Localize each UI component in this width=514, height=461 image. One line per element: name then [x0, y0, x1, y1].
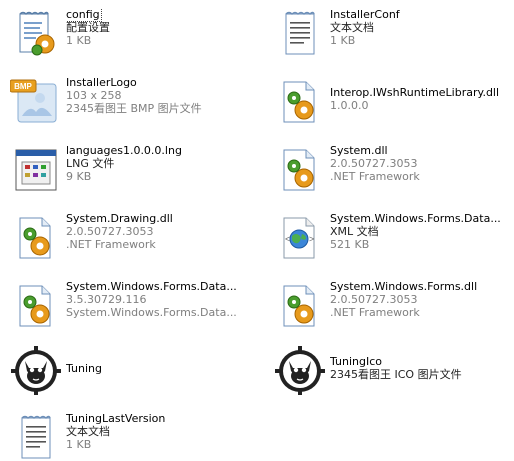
svg-text:BMP: BMP	[14, 82, 32, 91]
dll-gear-icon	[10, 212, 62, 264]
file-item-tuningico[interactable]: TuningIco 2345看图王 ICO 图片文件	[274, 344, 510, 406]
file-item-forms-data-xml[interactable]: < > System.Windows.Forms.Data... XML 文档 …	[274, 212, 510, 274]
file-size: 1 KB	[66, 438, 92, 451]
config-settings-icon	[10, 8, 62, 60]
file-description: .NET Framework	[66, 238, 156, 251]
file-name: InstallerConf	[330, 8, 400, 21]
file-item-languages-lng[interactable]: languages1.0.0.0.lng LNG 文件 9 KB	[10, 144, 260, 206]
dll-gear-icon	[274, 280, 326, 332]
file-version: 1.0.0.0	[330, 99, 369, 112]
svg-text:>: >	[309, 234, 314, 244]
image-dimensions: 103 x 258	[66, 89, 122, 102]
dll-gear-icon	[10, 280, 62, 332]
file-name: System.Windows.Forms.Data...	[66, 280, 237, 293]
file-version: 2.0.50727.3053	[330, 293, 418, 306]
file-item-config[interactable]: config 配置设置 1 KB	[10, 8, 260, 70]
file-item-installerlogo[interactable]: BMP InstallerLogo 103 x 258 2345看图王 BMP …	[10, 76, 260, 138]
file-name: TuningIco	[330, 355, 383, 368]
file-name: System.dll	[330, 144, 388, 157]
file-name: System.Drawing.dll	[66, 212, 173, 225]
file-type: 2345看图王 BMP 图片文件	[66, 102, 202, 115]
file-name: System.Windows.Forms.Data...	[330, 212, 501, 225]
file-item-system-dll[interactable]: System.dll 2.0.50727.3053 .NET Framework	[274, 144, 510, 206]
file-name: config	[66, 8, 102, 22]
file-type: 文本文档	[66, 425, 110, 438]
file-version: 2.0.50727.3053	[66, 225, 154, 238]
file-name: languages1.0.0.0.lng	[66, 144, 182, 157]
file-size: 1 KB	[66, 34, 92, 47]
file-name: Interop.IWshRuntimeLibrary.dll	[330, 86, 500, 99]
file-description: .NET Framework	[330, 170, 420, 183]
file-name: TuningLastVersion	[66, 412, 166, 425]
file-name: InstallerLogo	[66, 76, 137, 89]
file-version: 3.5.30729.116	[66, 293, 147, 306]
text-document-icon	[274, 8, 326, 60]
file-version: 2.0.50727.3053	[330, 157, 418, 170]
svg-text:<: <	[285, 234, 290, 244]
file-type: LNG 文件	[66, 157, 115, 170]
file-list-view[interactable]: config 配置设置 1 KB InstallerConf 文本文档 1 KB	[0, 0, 514, 461]
file-name: Tuning	[66, 362, 103, 375]
dll-gear-icon	[274, 144, 326, 196]
lng-window-icon	[10, 144, 62, 196]
file-size: 9 KB	[66, 170, 92, 183]
text-document-icon	[10, 412, 62, 461]
file-type: XML 文档	[330, 225, 379, 238]
file-name: System.Windows.Forms.dll	[330, 280, 478, 293]
file-type: 配置设置	[66, 21, 110, 34]
file-size: 521 KB	[330, 238, 370, 251]
file-item-forms-data-dll[interactable]: System.Windows.Forms.Data... 3.5.30729.1…	[10, 280, 260, 342]
file-item-tuninglastversion[interactable]: TuningLastVersion 文本文档 1 KB	[10, 412, 260, 461]
cat-gear-icon	[10, 344, 62, 396]
dll-gear-icon	[274, 76, 326, 128]
cat-gear-icon	[274, 344, 326, 396]
file-item-interop-dll[interactable]: Interop.IWshRuntimeLibrary.dll 1.0.0.0	[274, 76, 510, 138]
file-item-system-drawing-dll[interactable]: System.Drawing.dll 2.0.50727.3053 .NET F…	[10, 212, 260, 274]
file-type: 文本文档	[330, 21, 374, 34]
bmp-image-icon: BMP	[10, 76, 62, 128]
file-description: System.Windows.Forms.Data...	[66, 306, 237, 319]
file-item-tuning-exe[interactable]: Tuning	[10, 344, 260, 406]
file-item-forms-dll[interactable]: System.Windows.Forms.dll 2.0.50727.3053 …	[274, 280, 510, 342]
file-item-installerconf[interactable]: InstallerConf 文本文档 1 KB	[274, 8, 510, 70]
xml-globe-icon: < >	[274, 212, 326, 264]
file-type: 2345看图王 ICO 图片文件	[330, 368, 462, 381]
file-description: .NET Framework	[330, 306, 420, 319]
file-size: 1 KB	[330, 34, 356, 47]
